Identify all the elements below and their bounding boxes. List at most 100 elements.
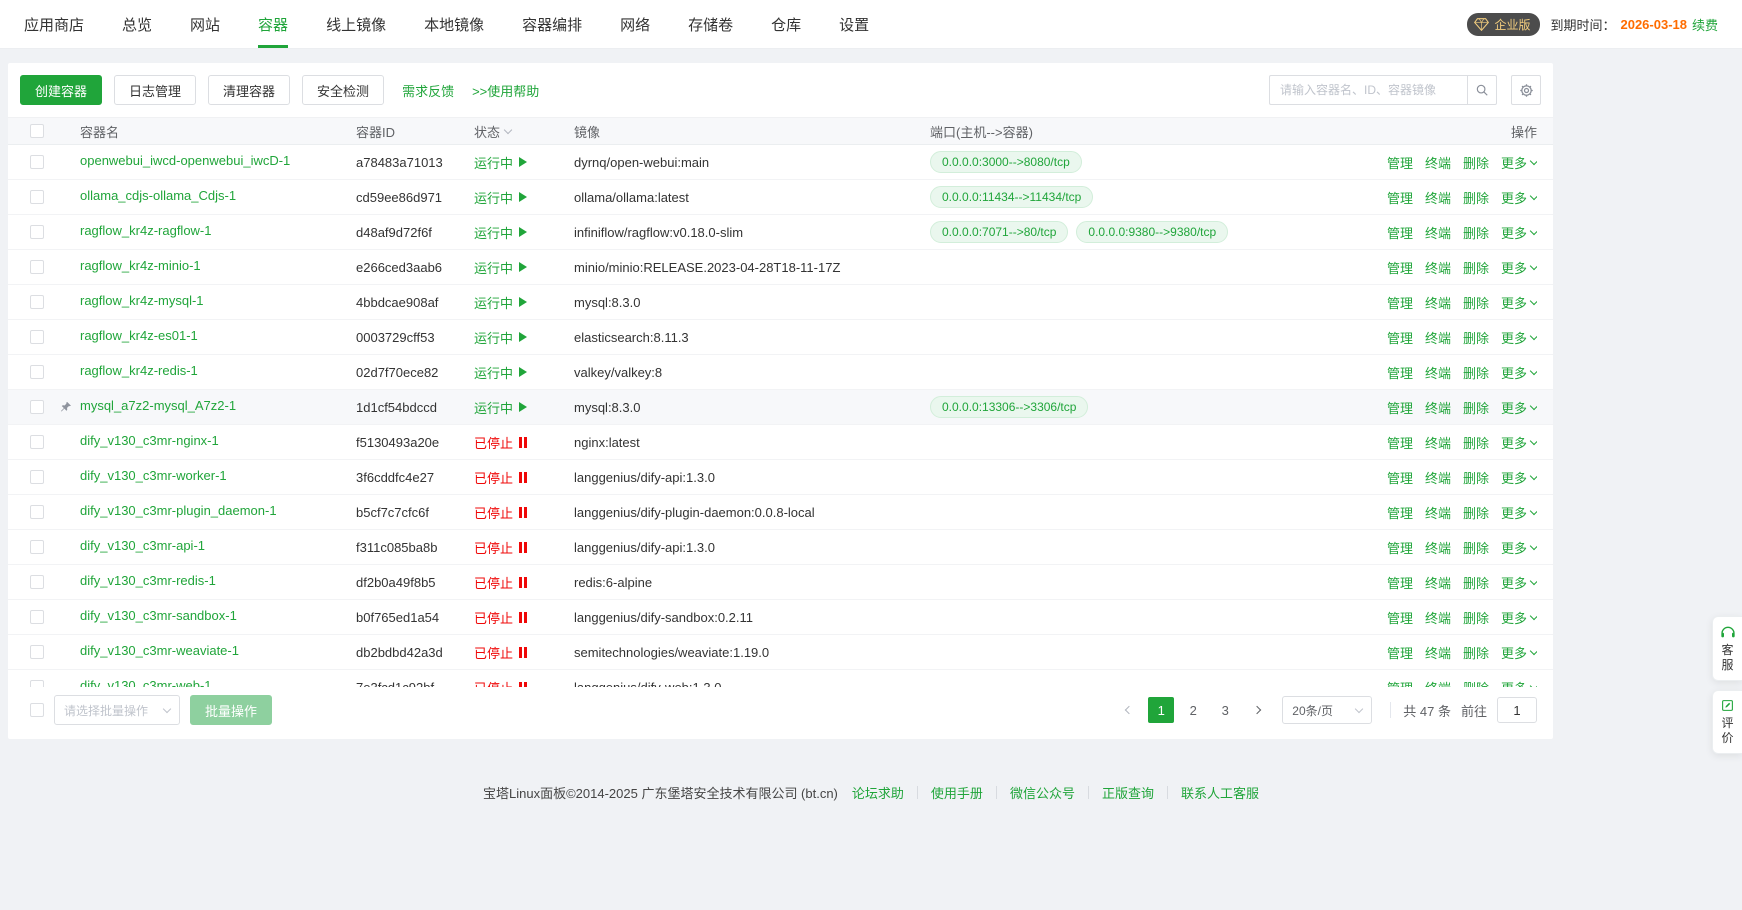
action-manage-link[interactable]: 管理 bbox=[1387, 398, 1413, 417]
action-more-link[interactable]: 更多 bbox=[1501, 188, 1537, 207]
container-name-link[interactable]: dify_v130_c3mr-sandbox-1 bbox=[80, 608, 237, 623]
nav-item-1[interactable]: 应用商店 bbox=[24, 0, 84, 48]
action-delete-link[interactable]: 删除 bbox=[1463, 153, 1489, 172]
container-name-link[interactable]: dify_v130_c3mr-nginx-1 bbox=[80, 433, 219, 448]
action-terminal-link[interactable]: 终端 bbox=[1425, 433, 1451, 452]
action-delete-link[interactable]: 删除 bbox=[1463, 643, 1489, 662]
action-terminal-link[interactable]: 终端 bbox=[1425, 328, 1451, 347]
action-more-link[interactable]: 更多 bbox=[1501, 328, 1537, 347]
security-check-button[interactable]: 安全检测 bbox=[302, 75, 384, 105]
action-more-link[interactable]: 更多 bbox=[1501, 678, 1537, 688]
search-input[interactable] bbox=[1269, 75, 1467, 105]
action-terminal-link[interactable]: 终端 bbox=[1425, 503, 1451, 522]
action-manage-link[interactable]: 管理 bbox=[1387, 153, 1413, 172]
container-name-link[interactable]: dify_v130_c3mr-web-1 bbox=[80, 678, 212, 687]
action-manage-link[interactable]: 管理 bbox=[1387, 433, 1413, 452]
row-checkbox[interactable] bbox=[30, 330, 44, 344]
action-delete-link[interactable]: 删除 bbox=[1463, 398, 1489, 417]
search-button[interactable] bbox=[1467, 75, 1497, 105]
renew-link[interactable]: 续费 bbox=[1692, 15, 1718, 34]
nav-item-3[interactable]: 网站 bbox=[190, 0, 220, 48]
action-terminal-link[interactable]: 终端 bbox=[1425, 398, 1451, 417]
action-delete-link[interactable]: 删除 bbox=[1463, 188, 1489, 207]
action-delete-link[interactable]: 删除 bbox=[1463, 468, 1489, 487]
batch-action-select[interactable]: 请选择批量操作 bbox=[54, 695, 180, 725]
action-manage-link[interactable]: 管理 bbox=[1387, 608, 1413, 627]
action-terminal-link[interactable]: 终端 bbox=[1425, 293, 1451, 312]
feedback-link[interactable]: 需求反馈 bbox=[402, 81, 454, 100]
row-checkbox[interactable] bbox=[30, 645, 44, 659]
select-all-checkbox[interactable] bbox=[30, 124, 44, 138]
action-terminal-link[interactable]: 终端 bbox=[1425, 188, 1451, 207]
action-more-link[interactable]: 更多 bbox=[1501, 468, 1537, 487]
row-checkbox[interactable] bbox=[30, 295, 44, 309]
clean-container-button[interactable]: 清理容器 bbox=[208, 75, 290, 105]
action-terminal-link[interactable]: 终端 bbox=[1425, 153, 1451, 172]
action-manage-link[interactable]: 管理 bbox=[1387, 573, 1413, 592]
action-terminal-link[interactable]: 终端 bbox=[1425, 363, 1451, 382]
create-container-button[interactable]: 创建容器 bbox=[20, 75, 102, 105]
action-delete-link[interactable]: 删除 bbox=[1463, 573, 1489, 592]
action-terminal-link[interactable]: 终端 bbox=[1425, 223, 1451, 242]
action-delete-link[interactable]: 删除 bbox=[1463, 433, 1489, 452]
row-checkbox[interactable] bbox=[30, 435, 44, 449]
container-name-link[interactable]: ragflow_kr4z-es01-1 bbox=[80, 328, 198, 343]
action-more-link[interactable]: 更多 bbox=[1501, 433, 1537, 452]
action-manage-link[interactable]: 管理 bbox=[1387, 643, 1413, 662]
settings-button[interactable] bbox=[1511, 75, 1541, 105]
action-delete-link[interactable]: 删除 bbox=[1463, 538, 1489, 557]
action-terminal-link[interactable]: 终端 bbox=[1425, 678, 1451, 688]
action-terminal-link[interactable]: 终端 bbox=[1425, 538, 1451, 557]
row-checkbox[interactable] bbox=[30, 680, 44, 687]
action-more-link[interactable]: 更多 bbox=[1501, 398, 1537, 417]
container-name-link[interactable]: ragflow_kr4z-ragflow-1 bbox=[80, 223, 212, 238]
edition-badge[interactable]: 企业版 bbox=[1467, 13, 1540, 36]
container-name-link[interactable]: ragflow_kr4z-minio-1 bbox=[80, 258, 201, 273]
batch-action-button[interactable]: 批量操作 bbox=[190, 695, 272, 725]
container-name-link[interactable]: openwebui_iwcd-openwebui_iwcD-1 bbox=[80, 153, 290, 168]
customer-service-widget[interactable]: 客服 bbox=[1712, 616, 1742, 681]
container-name-link[interactable]: ragflow_kr4z-redis-1 bbox=[80, 363, 198, 378]
action-more-link[interactable]: 更多 bbox=[1501, 538, 1537, 557]
action-delete-link[interactable]: 删除 bbox=[1463, 258, 1489, 277]
action-delete-link[interactable]: 删除 bbox=[1463, 503, 1489, 522]
review-widget[interactable]: 评价 bbox=[1712, 690, 1742, 754]
row-checkbox[interactable] bbox=[30, 365, 44, 379]
action-terminal-link[interactable]: 终端 bbox=[1425, 643, 1451, 662]
container-name-link[interactable]: ragflow_kr4z-mysql-1 bbox=[80, 293, 204, 308]
container-name-link[interactable]: dify_v130_c3mr-plugin_daemon-1 bbox=[80, 503, 277, 518]
nav-item-2[interactable]: 总览 bbox=[122, 0, 152, 48]
footer-link-2[interactable]: 使用手册 bbox=[931, 783, 983, 802]
action-delete-link[interactable]: 删除 bbox=[1463, 293, 1489, 312]
action-delete-link[interactable]: 删除 bbox=[1463, 678, 1489, 688]
nav-item-6[interactable]: 本地镜像 bbox=[424, 0, 484, 48]
action-manage-link[interactable]: 管理 bbox=[1387, 503, 1413, 522]
row-checkbox[interactable] bbox=[30, 575, 44, 589]
row-checkbox[interactable] bbox=[30, 470, 44, 484]
goto-page-input[interactable] bbox=[1497, 697, 1537, 723]
action-more-link[interactable]: 更多 bbox=[1501, 503, 1537, 522]
page-size-select[interactable]: 20条/页 bbox=[1282, 696, 1372, 724]
nav-item-9[interactable]: 存储卷 bbox=[688, 0, 733, 48]
action-manage-link[interactable]: 管理 bbox=[1387, 328, 1413, 347]
action-more-link[interactable]: 更多 bbox=[1501, 223, 1537, 242]
footer-link-5[interactable]: 联系人工客服 bbox=[1181, 783, 1259, 802]
action-manage-link[interactable]: 管理 bbox=[1387, 188, 1413, 207]
page-number-3[interactable]: 3 bbox=[1212, 697, 1238, 723]
action-more-link[interactable]: 更多 bbox=[1501, 643, 1537, 662]
action-terminal-link[interactable]: 终端 bbox=[1425, 608, 1451, 627]
action-manage-link[interactable]: 管理 bbox=[1387, 293, 1413, 312]
action-more-link[interactable]: 更多 bbox=[1501, 153, 1537, 172]
row-checkbox[interactable] bbox=[30, 610, 44, 624]
action-terminal-link[interactable]: 终端 bbox=[1425, 573, 1451, 592]
action-more-link[interactable]: 更多 bbox=[1501, 293, 1537, 312]
bottom-select-all-checkbox[interactable] bbox=[30, 703, 44, 717]
action-terminal-link[interactable]: 终端 bbox=[1425, 258, 1451, 277]
nav-item-11[interactable]: 设置 bbox=[839, 0, 869, 48]
action-manage-link[interactable]: 管理 bbox=[1387, 258, 1413, 277]
action-delete-link[interactable]: 删除 bbox=[1463, 363, 1489, 382]
action-more-link[interactable]: 更多 bbox=[1501, 258, 1537, 277]
container-name-link[interactable]: dify_v130_c3mr-redis-1 bbox=[80, 573, 216, 588]
action-more-link[interactable]: 更多 bbox=[1501, 363, 1537, 382]
footer-link-4[interactable]: 正版查询 bbox=[1102, 783, 1154, 802]
